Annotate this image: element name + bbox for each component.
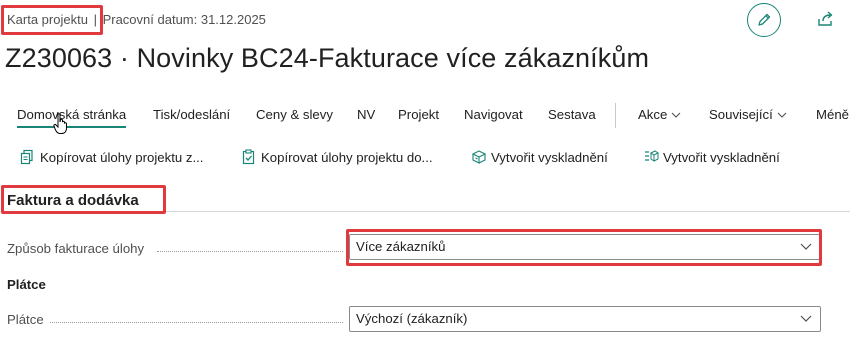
menu-separator <box>615 103 616 128</box>
copy-tasks-to-label: Kopírovat úlohy projektu do... <box>261 149 433 165</box>
menu-item-home[interactable]: Domovská stránka <box>17 107 127 128</box>
menu-item-related[interactable]: Související <box>709 107 787 122</box>
share-button[interactable] <box>816 10 836 30</box>
menu-item-project[interactable]: Projekt <box>398 107 439 122</box>
chevron-down-icon <box>777 112 787 118</box>
work-date: Pracovní datum: 31.12.2025 <box>102 12 266 27</box>
hand-cursor-icon <box>53 113 67 134</box>
field-leader <box>50 322 343 323</box>
billing-method-highlight <box>346 229 822 266</box>
menu-item-related-label: Související <box>709 107 773 122</box>
share-icon <box>818 11 833 26</box>
copy-tasks-from-label: Kopírovat úlohy projektu z... <box>40 149 204 165</box>
menu-item-print-send[interactable]: Tisk/odeslání <box>153 107 230 122</box>
create-pick-label-2: Vytvořit vyskladnění <box>663 149 780 165</box>
copy-tasks-to-button[interactable]: Kopírovat úlohy projektu do... <box>241 149 433 165</box>
copy-tasks-from-button[interactable]: Kopírovat úlohy projektu z... <box>20 149 203 165</box>
pick-list-icon <box>645 150 659 162</box>
page-name-highlight <box>1 5 103 35</box>
copy-icon <box>20 149 33 165</box>
menu-item-prices-discounts[interactable]: Ceny & slevy <box>256 107 333 122</box>
billing-method-label: Způsob fakturace úlohy <box>7 241 145 256</box>
menu-item-nv[interactable]: NV <box>357 107 375 122</box>
create-pick-button-2[interactable]: Vytvořit vyskladnění <box>643 149 780 165</box>
payer-label: Plátce <box>7 312 44 327</box>
pick-icon <box>471 150 487 164</box>
edit-button[interactable] <box>747 3 781 37</box>
clipboard-check-icon <box>242 149 255 165</box>
chevron-down-icon <box>800 315 812 322</box>
chevron-down-icon <box>671 112 681 118</box>
section-title-highlight <box>1 185 166 214</box>
payer-select[interactable]: Výchozí (zákazník) <box>349 306 821 332</box>
menu-item-navigate[interactable]: Navigovat <box>464 107 523 122</box>
menu-item-actions-label: Akce <box>638 107 668 122</box>
action-menu-bar: Domovská stránka Tisk/odeslání Ceny & sl… <box>0 107 850 128</box>
menu-item-less[interactable]: Méně <box>816 107 849 122</box>
create-pick-button[interactable]: Vytvořit vyskladnění <box>471 149 608 165</box>
pencil-icon <box>758 13 771 26</box>
create-pick-label: Vytvořit vyskladnění <box>491 149 608 165</box>
payer-group-heading: Plátce <box>7 277 46 292</box>
field-leader <box>157 251 343 252</box>
menu-item-actions[interactable]: Akce <box>638 107 681 122</box>
page-title: Z230063 · Novinky BC24-Fakturace více zá… <box>5 43 650 73</box>
payer-value: Výchozí (zákazník) <box>356 311 468 326</box>
menu-item-report[interactable]: Sestava <box>548 107 596 122</box>
